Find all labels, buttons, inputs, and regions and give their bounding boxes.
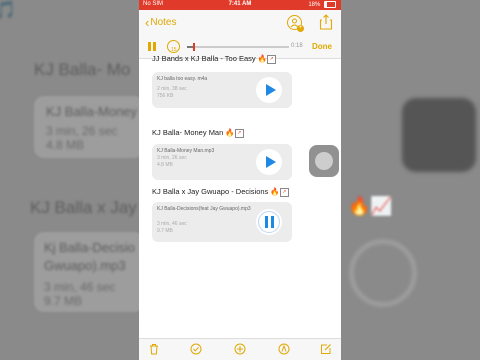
bg-assist-blur	[402, 98, 476, 172]
battery-icon	[324, 1, 336, 8]
battery-percent: 18%	[308, 2, 321, 9]
rewind-icon[interactable]: 15	[167, 40, 180, 53]
fire-emoji: 🔥	[225, 128, 235, 137]
note-heading-1: KJ Balla- Money Man 🔥 ↗	[152, 128, 244, 138]
scrubber-knob[interactable]	[193, 43, 196, 51]
bg-card1-size: 4.8 MB	[46, 138, 85, 152]
bg-emoji-blur: 🔥📈	[348, 196, 393, 216]
heading-text: KJ Balla- Money Man	[152, 128, 224, 137]
add-person-icon[interactable]: +	[287, 15, 304, 32]
pause-icon[interactable]	[148, 42, 156, 51]
back-label: Notes	[150, 17, 177, 29]
markup-icon[interactable]	[278, 343, 290, 355]
bg-card1-title: KJ Balla-Money	[46, 104, 138, 119]
svg-text:15: 15	[171, 47, 177, 53]
audio-attachment-3[interactable]: KJ Balla-Decisions(feat Jay Gwuapo).mp3 …	[152, 202, 292, 242]
bg-ring-blur	[350, 240, 416, 306]
bg-top-text: 🎵	[0, 0, 17, 20]
play-button[interactable]	[256, 149, 282, 175]
bg-card2-duration: 3 min, 46 sec	[44, 280, 116, 294]
bg-card2-size: 9.7 MB	[44, 294, 83, 308]
attachment-size: 4.8 MB	[157, 162, 173, 168]
nav-bar: ‹Notes +	[139, 10, 341, 36]
chart-emoji: ↗	[279, 187, 289, 197]
attachment-file-name: KJ Balla-Money Man.mp3	[157, 148, 215, 154]
chart-emoji: ↗	[267, 54, 277, 64]
play-button[interactable]	[256, 77, 282, 103]
attachment-duration: 2 min, 38 sec	[157, 86, 187, 92]
chart-emoji: ↗	[234, 128, 244, 138]
play-icon	[266, 156, 276, 168]
bg-card2-title2: Gwuapo).mp3	[44, 258, 126, 273]
done-button[interactable]: Done	[312, 42, 332, 51]
bg-card2-title: Kj Balla-Decisio	[44, 240, 136, 255]
scrubber[interactable]	[187, 43, 289, 51]
back-button[interactable]: ‹Notes	[145, 15, 176, 30]
compose-icon[interactable]	[320, 343, 332, 355]
pause-button[interactable]	[256, 209, 282, 235]
note-heading-2: KJ Balla x Jay Gwuapo - Decisions 🔥 ↗	[152, 187, 289, 197]
assistive-touch-button[interactable]	[309, 145, 339, 177]
bg-heading-1: KJ Balla- Mo	[34, 60, 131, 79]
elapsed-time: 0:18	[291, 43, 303, 49]
heading-text: KJ Balla x Jay Gwuapo - Decisions	[152, 187, 269, 196]
audio-attachment-2[interactable]: KJ Balla-Money Man.mp3 3 min, 26 sec 4.8…	[152, 144, 292, 180]
note-body[interactable]: JJ Bands x KJ Balla - Too Easy 🔥 ↗ KJ bal…	[139, 54, 341, 338]
bg-card1-duration: 3 min, 26 sec	[46, 124, 118, 138]
attachment-duration: 3 min, 26 sec	[157, 155, 187, 161]
attachment-file-name: KJ balla too easy. m4a	[157, 76, 208, 82]
battery-indicator: 18%	[308, 1, 336, 8]
note-heading-0: JJ Bands x KJ Balla - Too Easy 🔥 ↗	[152, 54, 277, 64]
heading-text: JJ Bands x KJ Balla - Too Easy	[152, 54, 256, 63]
attachment-size: 756 KB	[157, 93, 174, 99]
fire-emoji: 🔥	[257, 54, 268, 63]
chevron-left-icon: ‹	[145, 15, 150, 30]
attachment-file-name: KJ Balla-Decisions(feat Jay Gwuapo).mp3	[157, 206, 251, 212]
trash-icon[interactable]	[148, 343, 160, 355]
bg-heading-2: KJ Balla x Jay	[30, 198, 137, 217]
add-badge: +	[297, 25, 304, 32]
audio-attachment-1[interactable]: KJ balla too easy. m4a 2 min, 38 sec 756…	[152, 72, 292, 108]
pause-icon	[265, 216, 274, 228]
checklist-icon[interactable]	[190, 343, 202, 355]
attachment-duration: 3 min, 46 sec	[157, 221, 187, 227]
phone-screen: No SIM 7:41 AM 18% ‹Notes + 15 0:18 Done	[139, 0, 341, 360]
status-bar: No SIM 7:41 AM 18%	[139, 0, 341, 10]
attachment-size: 9.7 MB	[157, 228, 173, 234]
add-icon[interactable]	[234, 343, 246, 355]
bottom-toolbar	[139, 338, 341, 360]
fire-emoji: 🔥	[270, 187, 280, 196]
share-icon[interactable]	[319, 14, 333, 30]
play-icon	[266, 84, 276, 96]
